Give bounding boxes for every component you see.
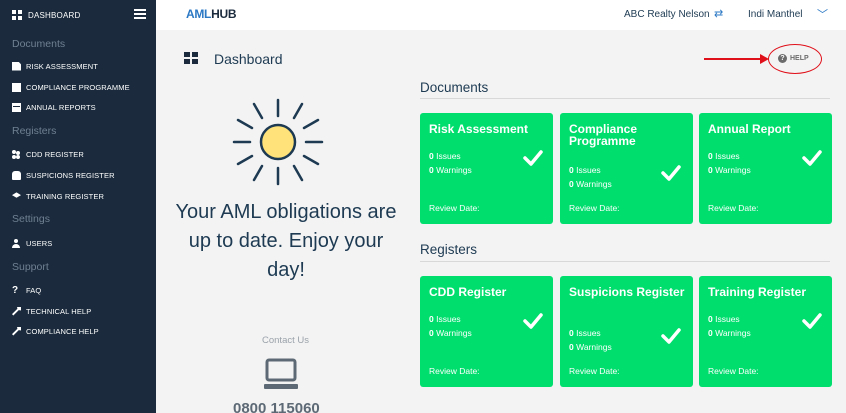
card-title: Risk Assessment: [429, 122, 528, 136]
laptop-icon: [264, 358, 298, 389]
card-suspicions-register[interactable]: Suspicions Register 0 Issues 0 Warnings …: [560, 276, 693, 387]
card-title: Compliance Programme: [569, 122, 638, 148]
card-annual-report[interactable]: Annual Report 0 Issues 0 Warnings Review…: [699, 113, 832, 224]
document-icon: [12, 61, 21, 71]
card-cdd-register[interactable]: CDD Register 0 Issues 0 Warnings Review …: [420, 276, 553, 387]
card-warnings: 0 Warnings: [569, 342, 612, 352]
annotation-arrow-line: [704, 58, 762, 60]
sidebar-item-suspicions-register[interactable]: SUSPICIONS REGISTER: [12, 169, 115, 181]
sidebar-item-label: FAQ: [26, 285, 42, 295]
check-icon: [661, 165, 681, 181]
card-risk-assessment[interactable]: Risk Assessment 0 Issues 0 Warnings Revi…: [420, 113, 553, 224]
sidebar: DASHBOARD Documents RISK ASSESSMENT COMP…: [0, 0, 156, 413]
card-review-date: Review Date:: [708, 203, 759, 213]
amlhub-logo[interactable]: AMLHUB: [186, 7, 237, 21]
section-divider: [420, 261, 830, 262]
card-review-date: Review Date:: [429, 366, 480, 376]
sidebar-item-compliance-programme[interactable]: COMPLIANCE PROGRAMME: [12, 81, 130, 93]
users-icon: [12, 149, 21, 159]
card-issues: 0 Issues: [429, 151, 461, 161]
sidebar-item-label: DASHBOARD: [28, 10, 81, 20]
sidebar-item-cdd-register[interactable]: CDD REGISTER: [12, 148, 84, 160]
menu-toggle-icon[interactable]: [134, 9, 146, 19]
user-cog-icon: [12, 238, 21, 248]
check-icon: [523, 150, 543, 166]
graduation-cap-icon: [12, 192, 21, 198]
card-review-date: Review Date:: [708, 366, 759, 376]
dashboard-grid-icon: [184, 52, 198, 64]
annotation-arrow-head: [760, 54, 769, 64]
annotation-oval: [768, 44, 822, 74]
card-compliance-programme[interactable]: Compliance Programme 0 Issues 0 Warnings…: [560, 113, 693, 224]
sidebar-item-label: TRAINING REGISTER: [26, 191, 104, 201]
card-title: Training Register: [708, 285, 807, 299]
card-issues: 0 Issues: [708, 314, 740, 324]
sidebar-item-users[interactable]: USERS: [12, 237, 52, 249]
section-divider: [420, 98, 830, 99]
page-title: Dashboard: [214, 51, 283, 67]
card-warnings: 0 Warnings: [569, 179, 612, 189]
registers-section-title: Registers: [420, 242, 478, 257]
card-warnings: 0 Warnings: [429, 165, 472, 175]
check-icon: [523, 313, 543, 329]
card-review-date: Review Date:: [569, 203, 620, 213]
user-secret-icon: [12, 170, 21, 180]
card-issues: 0 Issues: [569, 328, 601, 338]
calendar-icon: [12, 102, 21, 112]
card-title: CDD Register: [429, 285, 507, 299]
sidebar-item-compliance-help[interactable]: COMPLIANCE HELP: [12, 325, 99, 337]
sidebar-section-documents: Documents: [12, 38, 66, 50]
check-icon: [802, 313, 822, 329]
sidebar-item-label: COMPLIANCE PROGRAMME: [26, 82, 130, 92]
sidebar-item-dashboard[interactable]: DASHBOARD: [0, 0, 156, 30]
card-warnings: 0 Warnings: [708, 328, 751, 338]
organization-name[interactable]: ABC Realty Nelson: [624, 9, 710, 20]
card-title: Annual Report: [708, 122, 791, 136]
sidebar-item-label: TECHNICAL HELP: [26, 306, 92, 316]
card-issues: 0 Issues: [708, 151, 740, 161]
chevron-down-icon[interactable]: ﹀: [817, 6, 828, 22]
sidebar-item-label: SUSPICIONS REGISTER: [26, 170, 115, 180]
sidebar-section-settings: Settings: [12, 213, 50, 225]
sidebar-item-annual-reports[interactable]: ANNUAL REPORTS: [12, 101, 96, 113]
user-name[interactable]: Indi Manthel: [748, 9, 802, 20]
card-title: Suspicions Register: [569, 285, 685, 299]
sidebar-item-label: COMPLIANCE HELP: [26, 326, 99, 336]
sidebar-item-label: USERS: [26, 238, 53, 248]
sun-icon: [232, 98, 324, 186]
card-issues: 0 Issues: [569, 165, 601, 175]
sidebar-item-label: ANNUAL REPORTS: [26, 102, 96, 112]
card-review-date: Review Date:: [429, 203, 480, 213]
contact-phone[interactable]: 0800 115060: [233, 400, 320, 413]
switch-organization-icon[interactable]: ⇄: [714, 7, 723, 20]
status-message: Your AML obligations are up to date. Enj…: [175, 201, 397, 281]
document-check-icon: [12, 82, 21, 92]
sidebar-item-label: CDD REGISTER: [26, 149, 84, 159]
contact-us-label: Contact Us: [262, 335, 309, 346]
sidebar-section-registers: Registers: [12, 125, 57, 137]
check-icon: [802, 150, 822, 166]
card-review-date: Review Date:: [569, 366, 620, 376]
hammer-icon: [12, 326, 21, 336]
sidebar-item-training-register[interactable]: TRAINING REGISTER: [12, 190, 104, 202]
sidebar-section-support: Support: [12, 261, 49, 273]
sidebar-item-faq[interactable]: ? FAQ: [12, 284, 41, 296]
card-warnings: 0 Warnings: [429, 328, 472, 338]
wrench-icon: [12, 306, 21, 316]
card-issues: 0 Issues: [429, 314, 461, 324]
top-bar: AMLHUB ABC Realty Nelson ⇄ Indi Manthel …: [156, 0, 846, 30]
sidebar-item-technical-help[interactable]: TECHNICAL HELP: [12, 305, 91, 317]
dashboard-grid-icon: [12, 10, 22, 20]
documents-section-title: Documents: [420, 80, 489, 95]
check-icon: [661, 328, 681, 344]
question-icon: ?: [12, 284, 19, 296]
sidebar-item-label: RISK ASSESSMENT: [26, 61, 98, 71]
card-warnings: 0 Warnings: [708, 165, 751, 175]
card-training-register[interactable]: Training Register 0 Issues 0 Warnings Re…: [699, 276, 832, 387]
sidebar-item-risk-assessment[interactable]: RISK ASSESSMENT: [12, 60, 98, 72]
